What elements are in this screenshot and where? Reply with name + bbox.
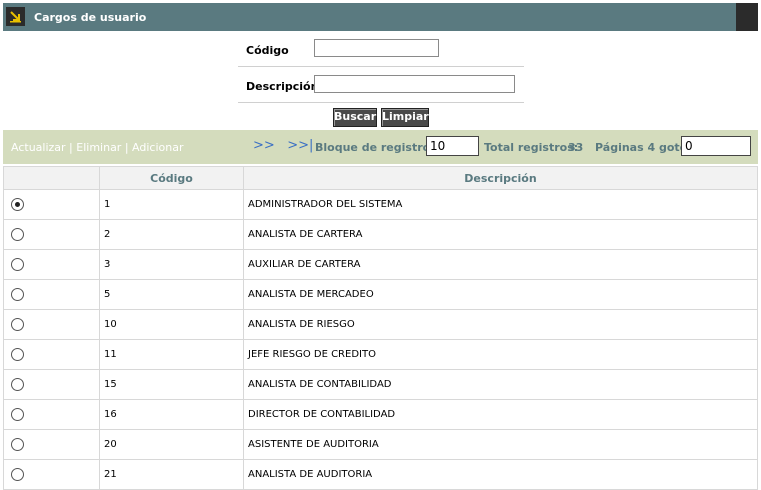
row-select-radio[interactable] xyxy=(11,228,24,241)
row-select-cell xyxy=(3,459,100,490)
goto-input[interactable] xyxy=(681,136,751,156)
row-select-radio[interactable] xyxy=(11,348,24,361)
buscar-button[interactable]: Buscar xyxy=(333,108,377,127)
codigo-label: Código xyxy=(246,44,289,57)
next-page-link[interactable]: >> xyxy=(253,138,275,153)
descripcion-row: Descripción xyxy=(238,68,524,103)
codigo-cell: 2 xyxy=(99,219,244,250)
separator: | xyxy=(65,141,77,154)
total-value: 33 xyxy=(568,141,584,154)
descripcion-label: Descripción xyxy=(246,80,319,93)
table-row[interactable]: 2 ANALISTA DE CARTERA xyxy=(3,219,758,250)
separator: | xyxy=(121,141,133,154)
descripcion-cell: AUXILIAR DE CARTERA xyxy=(243,249,758,280)
grid-toolbar: Actualizar | Eliminar | Adicionar >> >>|… xyxy=(3,130,758,164)
row-select-radio[interactable] xyxy=(11,258,24,271)
codigo-cell: 15 xyxy=(99,369,244,400)
descripcion-cell: JEFE RIESGO DE CREDITO xyxy=(243,339,758,370)
expand-arrow-icon[interactable] xyxy=(6,7,25,26)
toolbar-actions: Actualizar | Eliminar | Adicionar xyxy=(11,141,184,154)
row-select-cell xyxy=(3,399,100,430)
row-select-cell xyxy=(3,369,100,400)
row-select-cell xyxy=(3,429,100,460)
row-select-radio[interactable] xyxy=(11,438,24,451)
table-row[interactable]: 16 DIRECTOR DE CONTABILIDAD xyxy=(3,399,758,430)
total-label: Total registros: xyxy=(484,141,579,154)
codigo-cell: 10 xyxy=(99,309,244,340)
title-bar-right-block xyxy=(736,3,758,31)
descripcion-cell: ANALISTA DE RIESGO xyxy=(243,309,758,340)
descripcion-cell: ANALISTA DE MERCADEO xyxy=(243,279,758,310)
codigo-cell: 11 xyxy=(99,339,244,370)
codigo-cell: 5 xyxy=(99,279,244,310)
row-select-radio[interactable] xyxy=(11,408,24,421)
descripcion-cell: ADMINISTRADOR DEL SISTEMA xyxy=(243,189,758,220)
descripcion-cell: DIRECTOR DE CONTABILIDAD xyxy=(243,399,758,430)
table-row[interactable]: 15 ANALISTA DE CONTABILIDAD xyxy=(3,369,758,400)
codigo-column-header[interactable]: Código xyxy=(99,166,244,190)
codigo-cell: 16 xyxy=(99,399,244,430)
row-select-radio[interactable] xyxy=(11,198,24,211)
descripcion-cell: ANALISTA DE CARTERA xyxy=(243,219,758,250)
actualizar-link[interactable]: Actualizar xyxy=(11,141,66,154)
select-column-header xyxy=(3,166,100,190)
table-row[interactable]: 1 ADMINISTRADOR DEL SISTEMA xyxy=(3,189,758,220)
row-select-cell xyxy=(3,309,100,340)
title-bar: Cargos de usuario xyxy=(3,3,758,31)
descripcion-cell: ASISTENTE DE AUDITORIA xyxy=(243,429,758,460)
codigo-cell: 1 xyxy=(99,189,244,220)
table-row[interactable]: 20 ASISTENTE DE AUDITORIA xyxy=(3,429,758,460)
limpiar-button[interactable]: Limpiar xyxy=(381,108,429,127)
adicionar-link[interactable]: Adicionar xyxy=(132,141,183,154)
codigo-row: Código xyxy=(238,32,524,67)
row-select-cell xyxy=(3,249,100,280)
codigo-cell: 3 xyxy=(99,249,244,280)
row-select-radio[interactable] xyxy=(11,288,24,301)
window-title: Cargos de usuario xyxy=(34,11,147,24)
codigo-cell: 20 xyxy=(99,429,244,460)
eliminar-link[interactable]: Eliminar xyxy=(76,141,121,154)
pagination-nav: >> >>| xyxy=(253,138,313,153)
table-row[interactable]: 11 JEFE RIESGO DE CREDITO xyxy=(3,339,758,370)
row-select-cell xyxy=(3,189,100,220)
descripcion-cell: ANALISTA DE AUDITORIA xyxy=(243,459,758,490)
descripcion-input[interactable] xyxy=(314,75,515,93)
table-row[interactable]: 5 ANALISTA DE MERCADEO xyxy=(3,279,758,310)
table-row[interactable]: 10 ANALISTA DE RIESGO xyxy=(3,309,758,340)
row-select-radio[interactable] xyxy=(11,378,24,391)
bloque-label: Bloque de registros: xyxy=(315,141,442,154)
paginas-label: Páginas 4 goto: xyxy=(595,141,692,154)
row-select-cell xyxy=(3,219,100,250)
codigo-input[interactable] xyxy=(314,39,439,57)
last-page-link[interactable]: >>| xyxy=(287,138,313,153)
row-select-cell xyxy=(3,279,100,310)
descripcion-column-header[interactable]: Descripción xyxy=(243,166,758,190)
descripcion-cell: ANALISTA DE CONTABILIDAD xyxy=(243,369,758,400)
bloque-input[interactable] xyxy=(426,136,479,156)
row-select-radio[interactable] xyxy=(11,468,24,481)
codigo-cell: 21 xyxy=(99,459,244,490)
table-row[interactable]: 21 ANALISTA DE AUDITORIA xyxy=(3,459,758,490)
row-select-radio[interactable] xyxy=(11,318,24,331)
table-header-row: Código Descripción xyxy=(3,166,758,190)
cargos-table: Código Descripción 1 ADMINISTRADOR DEL SI… xyxy=(3,166,758,490)
row-select-cell xyxy=(3,339,100,370)
table-row[interactable]: 3 AUXILIAR DE CARTERA xyxy=(3,249,758,280)
